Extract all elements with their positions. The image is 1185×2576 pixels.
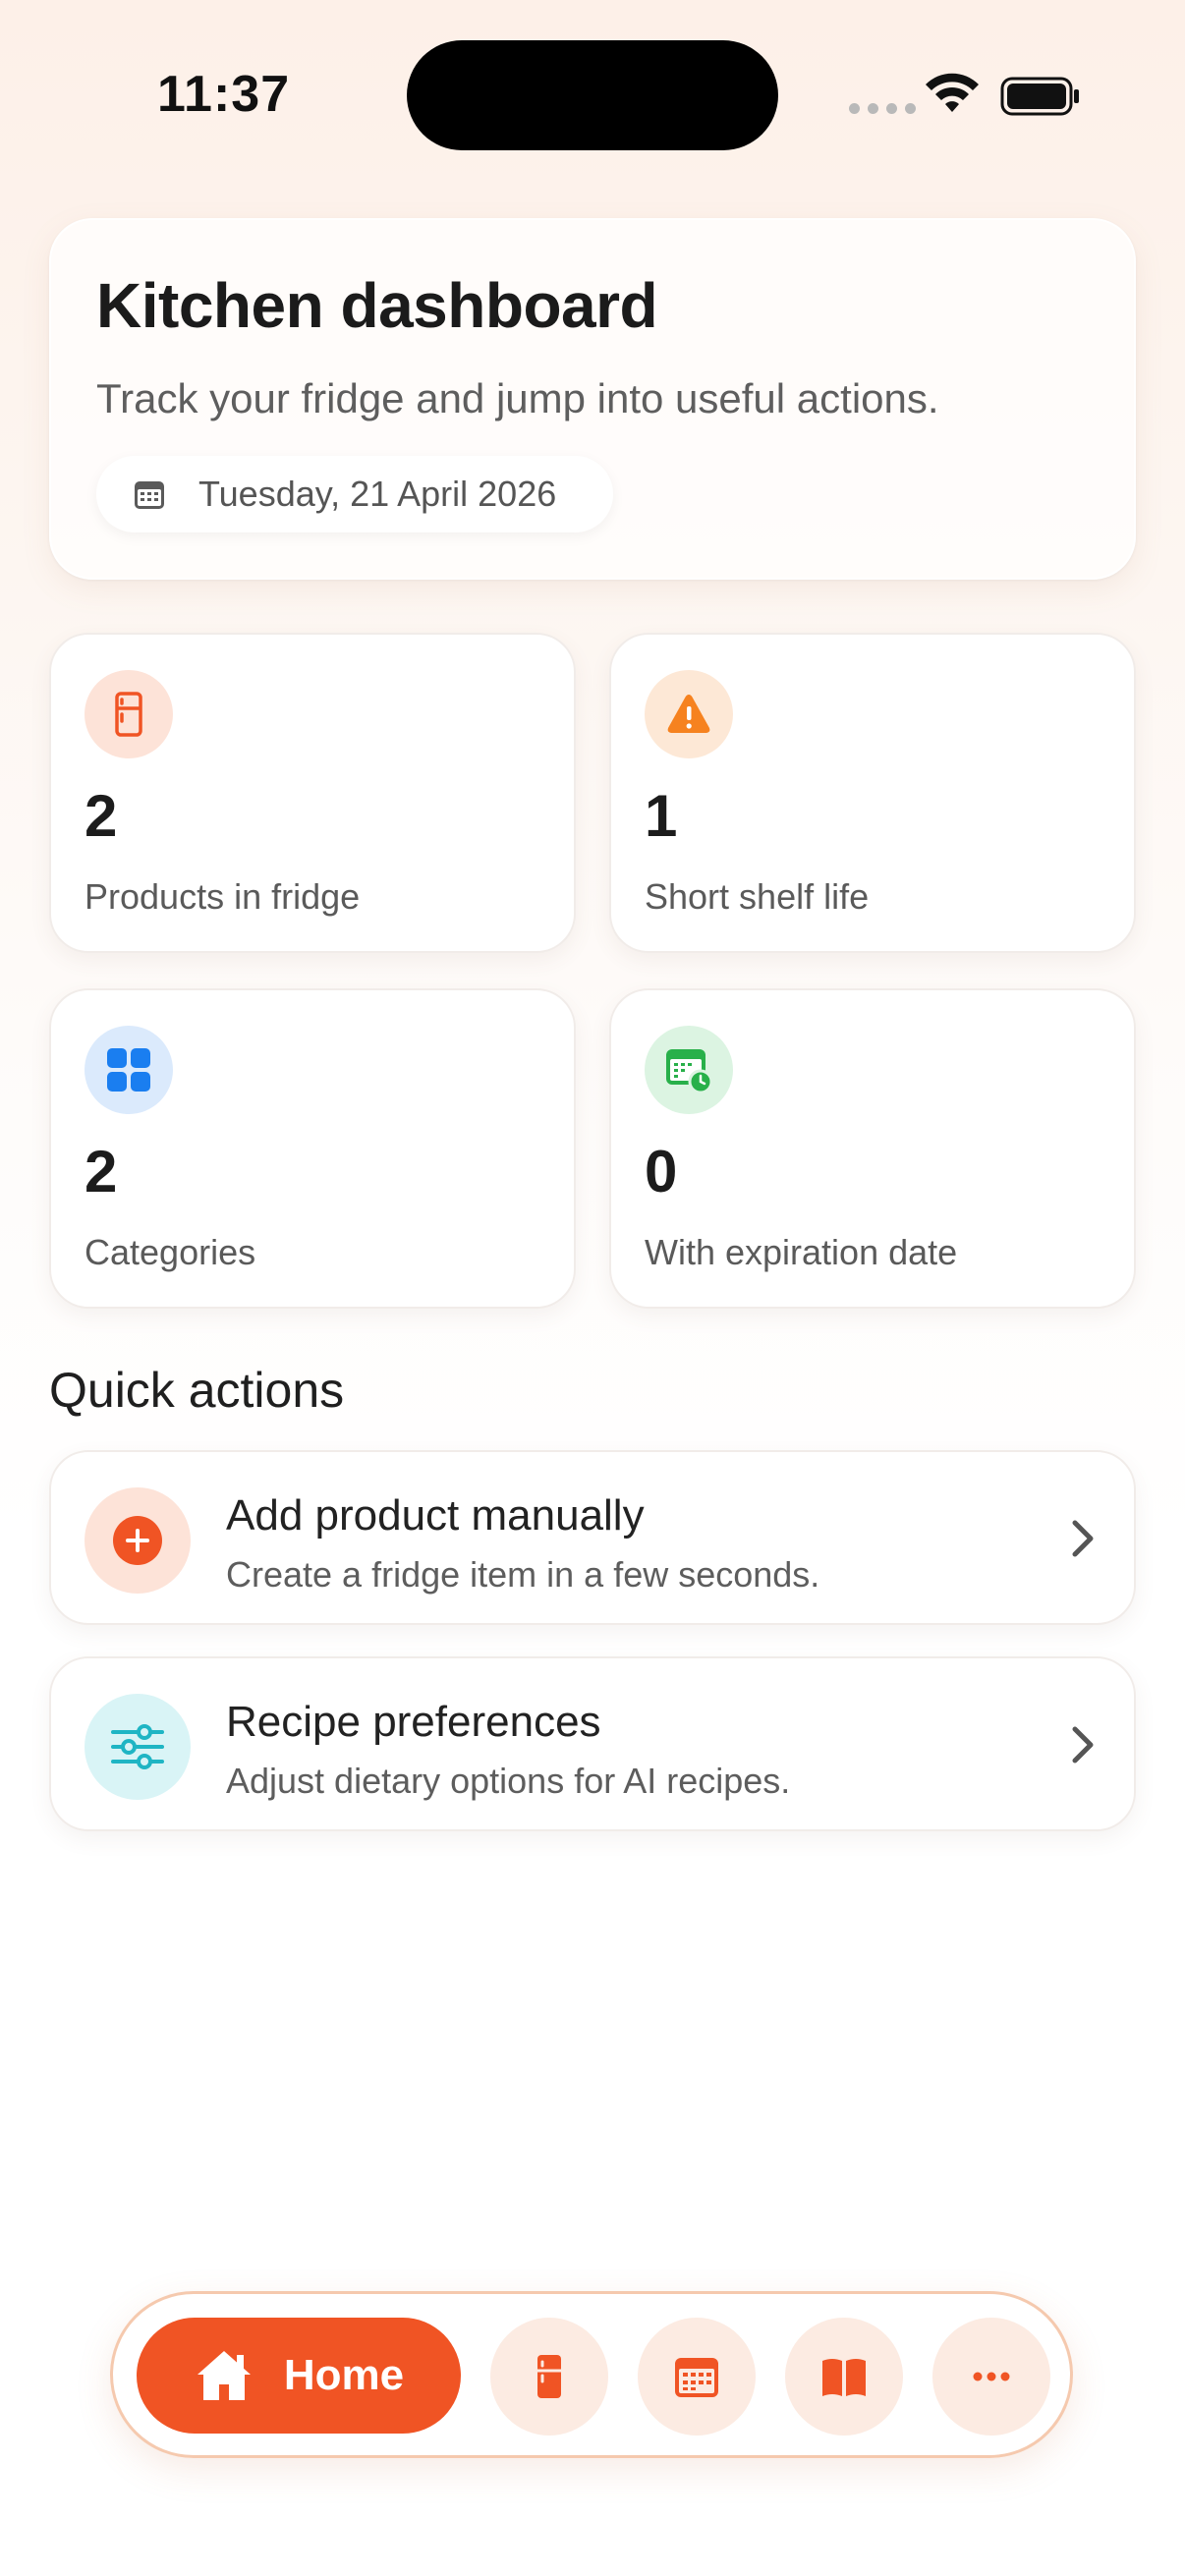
calendar-icon — [135, 481, 164, 509]
grid-icon — [85, 1026, 173, 1114]
stat-value: 2 — [85, 1139, 118, 1204]
recipe-preferences-button[interactable]: Recipe preferences Adjust dietary option… — [49, 1656, 1136, 1831]
chevron-right-icon — [1072, 1520, 1094, 1557]
calendar-icon — [675, 2358, 718, 2397]
header-card: Kitchen dashboard Track your fridge and … — [49, 218, 1136, 580]
stat-value: 1 — [645, 783, 678, 849]
stat-label: Categories — [85, 1232, 256, 1272]
nav-home-button[interactable]: Home — [137, 2318, 461, 2434]
fridge-icon — [85, 670, 173, 758]
book-icon — [822, 2359, 866, 2396]
quick-actions-title: Quick actions — [49, 1363, 345, 1418]
sliders-icon — [85, 1694, 191, 1800]
stat-label: Products in fridge — [85, 876, 361, 917]
stat-label: With expiration date — [645, 1232, 958, 1272]
stat-card-products[interactable]: 2 Products in fridge — [49, 633, 576, 953]
date-label: Tuesday, 21 April 2026 — [198, 474, 557, 514]
action-title: Recipe preferences — [226, 1698, 601, 1746]
stat-card-short-shelf-life[interactable]: 1 Short shelf life — [609, 633, 1136, 953]
dynamic-island — [407, 40, 778, 150]
nav-home-label: Home — [283, 2351, 405, 2399]
stat-card-expiration-date[interactable]: 0 With expiration date — [609, 988, 1136, 1309]
stat-value: 0 — [645, 1139, 678, 1204]
nav-calendar-button[interactable] — [638, 2318, 756, 2436]
stat-label: Short shelf life — [645, 876, 870, 917]
status-time: 11:37 — [157, 66, 291, 123]
more-icon — [973, 2372, 1010, 2381]
stat-value: 2 — [85, 783, 118, 849]
cellular-signal-icon — [849, 103, 916, 114]
chevron-right-icon — [1072, 1726, 1094, 1764]
wifi-icon — [926, 73, 979, 112]
page-subtitle: Track your fridge and jump into useful a… — [96, 375, 939, 421]
plus-circle-icon — [85, 1487, 191, 1594]
nav-recipes-button[interactable] — [785, 2318, 903, 2436]
fridge-icon — [537, 2355, 561, 2398]
page-title: Kitchen dashboard — [96, 270, 658, 341]
warning-icon — [645, 670, 733, 758]
status-bar: 11:37 — [0, 0, 1185, 196]
calendar-clock-icon — [645, 1026, 733, 1114]
bottom-nav: Home — [110, 2291, 1073, 2458]
action-title: Add product manually — [226, 1491, 645, 1540]
stat-card-categories[interactable]: 2 Categories — [49, 988, 576, 1309]
home-icon — [197, 2351, 251, 2400]
nav-fridge-button[interactable] — [490, 2318, 608, 2436]
nav-more-button[interactable] — [932, 2318, 1050, 2436]
add-product-button[interactable]: Add product manually Create a fridge ite… — [49, 1450, 1136, 1625]
action-subtitle: Adjust dietary options for AI recipes. — [226, 1761, 791, 1801]
battery-icon — [1000, 77, 1079, 116]
date-pill: Tuesday, 21 April 2026 — [96, 456, 613, 532]
action-subtitle: Create a fridge item in a few seconds. — [226, 1554, 820, 1595]
